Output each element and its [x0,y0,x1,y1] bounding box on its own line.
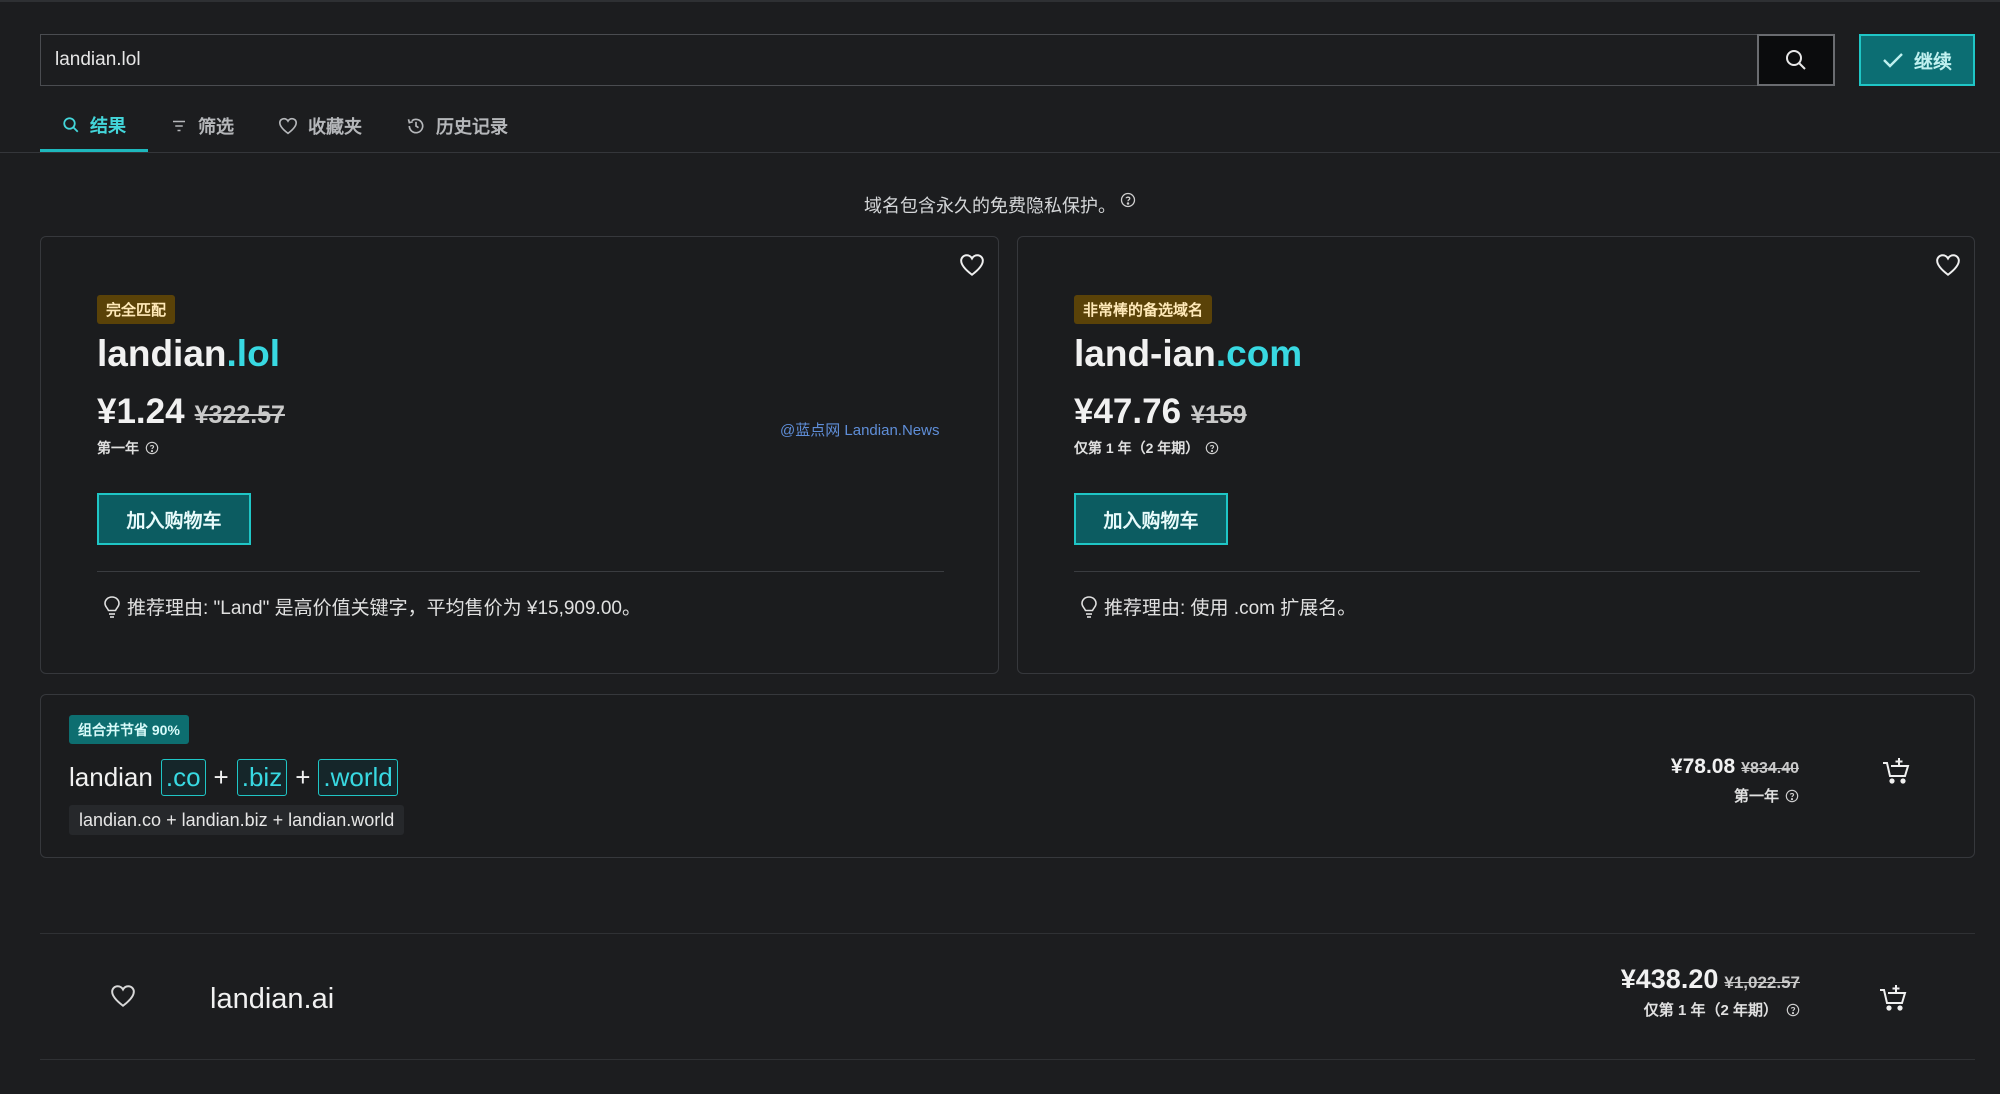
bundle-domains: landian .co + .biz + .world [69,759,398,796]
price-row: ¥1.24 ¥322.57 [97,392,285,432]
add-to-cart-icon[interactable] [1881,757,1911,790]
price-note: 第一年 [1671,785,1799,806]
tab-results[interactable]: 结果 [40,100,148,152]
help-icon[interactable] [1120,192,1136,213]
reason-text: 推荐理由: "Land" 是高价值关键字，平均售价为 ¥15,909.00。 [127,598,641,619]
help-icon[interactable] [1786,1003,1800,1017]
price: ¥78.08 [1670,755,1736,778]
continue-label: 继续 [1913,51,1952,73]
lightbulb-icon [104,595,120,618]
search-icon [1786,50,1806,70]
domain-search-input[interactable] [40,34,1758,86]
recommendation-reason: 推荐理由: 使用 .com 扩展名。 [1080,593,1356,620]
privacy-notice-text: 域名包含永久的免费隐私保护。 [864,196,1116,216]
tld-chip: .co [160,759,206,796]
price-note: 仅第 1 年（2 年期） [1074,438,1219,458]
add-to-cart-button[interactable]: 加入购物车 [1074,493,1228,545]
tab-favorites[interactable]: 收藏夹 [256,100,384,152]
bundle-price: ¥78.08 ¥834.40 第一年 [1671,755,1799,806]
plus-sign: + [295,762,311,792]
search-button[interactable] [1757,34,1835,86]
plus-sign: + [213,762,229,792]
privacy-notice: 域名包含永久的免费隐私保护。 [0,192,2000,218]
tab-history[interactable]: 历史记录 [384,100,530,152]
tld-chip: .biz [236,759,288,796]
continue-button[interactable]: 继续 [1859,34,1975,86]
tld-chip: .world [318,759,398,796]
watermark: @蓝点网 Landian.News [780,422,940,439]
alternative-domain-card: 非常棒的备选域名 land-ian.com ¥47.76 ¥159 仅第 1 年… [1017,236,1975,674]
tab-label: 历史记录 [436,117,508,137]
reason-text: 推荐理由: 使用 .com 扩展名。 [1104,598,1357,619]
price: ¥438.20 [1620,964,1719,994]
help-icon[interactable] [145,441,159,455]
domain-tld: .com [1215,333,1303,374]
add-to-cart-icon[interactable] [1878,984,1908,1017]
domain-sld: land-ian [1074,333,1216,374]
domain-tld: .lol [226,333,280,374]
row-price: ¥438.20 ¥1,022.57 仅第 1 年（2 年期） [1621,964,1800,1020]
filter-icon [173,120,185,132]
price-note-text: 第一年 [97,440,139,456]
exact-match-badge: 完全匹配 [97,295,176,324]
favorite-heart-icon[interactable] [110,984,136,1013]
domain-name: landian.lol [97,333,280,375]
lightbulb-icon [1081,595,1097,618]
domain-name[interactable]: landian.ai [210,983,334,1016]
favorite-heart-icon[interactable] [959,253,985,282]
row-divider [40,933,1975,934]
row-divider [40,1059,1975,1060]
exact-match-card: 完全匹配 landian.lol ¥1.24 ¥322.57 第一年 @蓝点网 … [40,236,999,674]
domain-name: land-ian.com [1074,333,1302,375]
price: ¥47.76 [1074,392,1182,431]
history-icon [407,118,424,134]
price: ¥1.24 [97,392,185,431]
bundle-subtitle: landian.co + landian.biz + landian.world [69,805,405,835]
domain-sld: landian [97,333,227,374]
price-note-text: 仅第 1 年（2 年期） [1643,1002,1778,1019]
price-note: 第一年 [97,438,159,458]
bundle-sld: landian [69,762,153,792]
tabs-divider [0,152,2000,153]
help-icon[interactable] [1785,789,1799,803]
card-divider [97,571,944,572]
search-icon [63,116,79,132]
favorite-heart-icon[interactable] [1935,253,1961,282]
tab-filter[interactable]: 筛选 [148,100,256,152]
price-note-text: 第一年 [1733,788,1779,805]
price-note: 仅第 1 年（2 年期） [1621,999,1800,1020]
tab-label: 收藏夹 [308,117,362,137]
price-row: ¥47.76 ¥159 [1074,392,1247,432]
recommendation-reason: 推荐理由: "Land" 是高价值关键字，平均售价为 ¥15,909.00。 [103,593,641,620]
top-border [0,0,2000,2]
original-price: ¥159 [1191,401,1247,429]
original-price: ¥834.40 [1741,760,1799,777]
original-price: ¥322.57 [194,401,285,429]
checkmark-icon [1883,53,1903,68]
alternative-badge: 非常棒的备选域名 [1074,295,1213,324]
help-icon[interactable] [1205,441,1219,455]
tab-label: 结果 [90,115,126,136]
bundle-savings-badge: 组合并节省 90% [69,715,189,744]
heart-icon [278,117,298,135]
tab-label: 筛选 [198,117,234,137]
result-tabs: 结果 筛选 收藏夹 历史记录 [40,100,530,152]
original-price: ¥1,022.57 [1724,973,1800,992]
bundle-offer: 组合并节省 90% landian .co + .biz + .world la… [40,694,1975,858]
price-note-text: 仅第 1 年（2 年期） [1074,440,1200,456]
card-divider [1074,571,1920,572]
add-to-cart-button[interactable]: 加入购物车 [97,493,251,545]
